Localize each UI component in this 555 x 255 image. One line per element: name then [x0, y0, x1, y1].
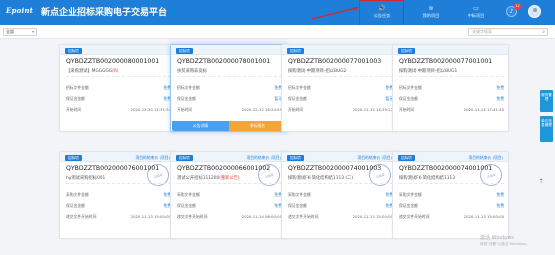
project-card[interactable]: 招标项 项目的结束价 (项目) 已结束 QYBDZZTB002000074001… [392, 151, 509, 239]
card-header: 招标项 项目的结束价 (项目) [393, 152, 508, 162]
divider [66, 183, 171, 184]
project-card[interactable]: 招标项 项目的结束价 (项目) 已结束 QYBDZZTB002000074001… [281, 151, 398, 239]
card-type-badge: 招标项 [398, 154, 415, 161]
project-card[interactable]: 招标项 QYBDZZTB002000078001001 扶贫采购非竞标 招标文件… [170, 44, 287, 132]
card-status: 项目的结束价 (项目) [357, 154, 392, 160]
project-name: 测试公开招标111200(重新公告) [177, 176, 240, 181]
card-type-badge: 招标项 [176, 47, 193, 54]
nav-my-projects[interactable]: ≋ 我的项目 [411, 4, 451, 22]
divider [177, 183, 282, 184]
card-type-badge: 招标项 [176, 154, 193, 161]
card-type-badge: 招标项 [65, 154, 82, 161]
card-header: 招标项 项目的结束价 (项目) [282, 152, 397, 162]
divider [288, 183, 393, 184]
card-header: 招标项 项目的结束价 (项目) [171, 152, 286, 162]
project-code: QYBDZZTB002000078001001 [177, 58, 271, 65]
app-title: 新点企业招标采购电子交易平台 [41, 8, 168, 18]
divider [66, 76, 171, 77]
notification-badge: 12 [514, 3, 521, 10]
filter-value: 全部 [6, 29, 14, 34]
project-card[interactable]: 招标项 QYBDZZTB002000077001003 採购测试-中期项目-招以… [281, 44, 398, 132]
project-card[interactable]: 招标项 项目的结束价 (项目) 已结束 QYBDZZTB002000076001… [59, 151, 176, 239]
nav-label: 中标项目 [467, 13, 485, 18]
card-header: 招标项 [171, 45, 286, 55]
divider [399, 183, 504, 184]
divider [177, 76, 282, 77]
project-name: 採购测试FK-简化结构结1113 (二) [288, 176, 354, 181]
project-name: 採购测试FK-简化结构结1113 [399, 176, 455, 181]
card-type-badge: 招标项 [65, 47, 82, 54]
windows-activation-watermark: 激活 Windows 转到"设置"以激活 Windows。 [480, 235, 529, 247]
project-code: QYBDZZTB002000076001001 [66, 165, 160, 172]
announcement-detail-button[interactable]: 公告详情 [172, 121, 229, 131]
card-header: 招标项 项目的结束价 (项目) [60, 152, 175, 162]
project-code: QYBDZZTB002000066001002 [177, 165, 271, 172]
card-header: 招标项 [393, 45, 508, 55]
folder-icon: ▭ [473, 5, 479, 12]
back-to-top-icon[interactable]: ⇡ [537, 178, 545, 186]
project-name: 【采购测试】MGGGGG(R) [66, 69, 119, 74]
card-type-badge: 招标项 [287, 154, 304, 161]
card-status: 项目的结束价 (项目) [246, 154, 281, 160]
service-management-button[interactable]: 服务管理 [540, 90, 553, 112]
card-header: 招标项 [60, 45, 175, 55]
card-type-badge: 招标项 [398, 47, 415, 54]
card-status: 项目的结束价 (项目) [135, 154, 170, 160]
project-code: QYBDZZTB002000077001001 [399, 58, 493, 65]
divider [399, 76, 504, 77]
nav-label: 我的项目 [422, 13, 440, 18]
project-name: hy测试采购招标001 [66, 176, 106, 181]
search-placeholder: 关键字搜索 [472, 29, 492, 34]
filter-toolbar: 全部 ▾ 关键字搜索 ⌕ [0, 25, 555, 39]
search-input[interactable]: 关键字搜索 ⌕ [468, 28, 548, 36]
top-header: Epoint 新点企业招标采购电子交易平台 🔊 公告任务 ≋ 我的项目 ▭ 中标… [0, 0, 555, 25]
epoint-logo[interactable]: Epoint [6, 6, 33, 15]
project-card[interactable]: 招标项 QYBDZZTB002000077001001 採购测试-中期项目-招以… [392, 44, 509, 132]
project-name: 扶贫采购非竞标 [177, 69, 208, 74]
search-icon[interactable]: ⌕ [542, 29, 545, 35]
chevron-down-icon: ▾ [31, 29, 34, 34]
project-code: QYBDZZTB002000074001003 [288, 165, 382, 172]
card-type-badge: 招标项 [287, 47, 304, 54]
divider [288, 76, 393, 77]
category-filter-select[interactable]: 全部 ▾ [3, 28, 37, 36]
unit-info-management-button[interactable]: 单位信息管理 [540, 116, 553, 142]
bid-signup-button[interactable]: 参标报名 [229, 121, 286, 131]
project-code: QYBDZZTB002000080001001 [66, 58, 160, 65]
card-status: 项目的结束价 (项目) [468, 154, 503, 160]
project-code: QYBDZZTB002000077001003 [288, 58, 382, 65]
annotation-arrow-icon [311, 7, 359, 20]
project-code: QYBDZZTB002000074001001 [399, 165, 493, 172]
nav-winning-projects[interactable]: ▭ 中标项目 [456, 4, 496, 22]
card-header: 招标项 [282, 45, 397, 55]
avatar[interactable] [528, 5, 541, 18]
layers-icon: ≋ [428, 5, 434, 12]
project-name: 採购测试-中期项目-招以BUG2 [288, 69, 347, 74]
watermark-line: 转到"设置"以激活 Windows。 [480, 242, 530, 246]
project-name: 採购测试-中期项目-招以BUG1 [399, 69, 458, 74]
project-card[interactable]: 招标项 QYBDZZTB002000080001001 【采购测试】MGGGGG… [59, 44, 176, 132]
project-card[interactable]: 招标项 项目的结束价 (项目) 已结束 QYBDZZTB002000066001… [170, 151, 287, 239]
